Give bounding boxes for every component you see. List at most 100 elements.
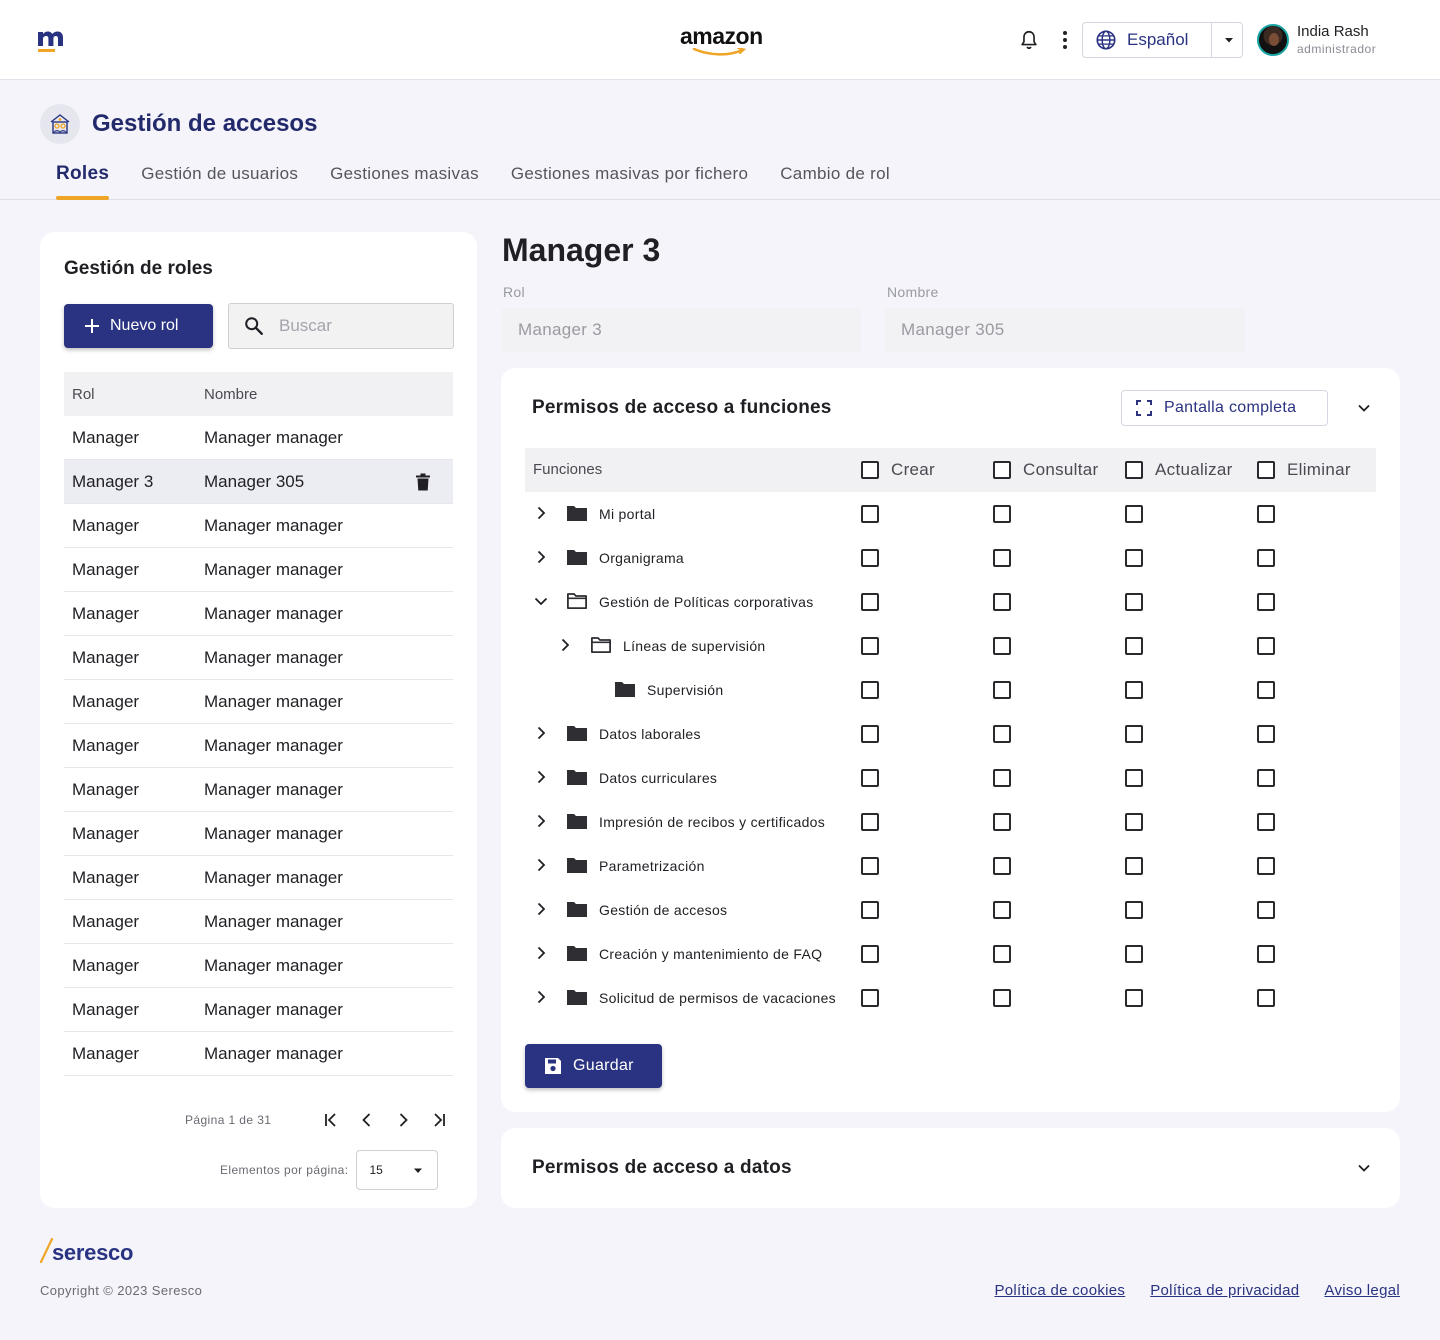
actualizar-checkbox[interactable] [1125,681,1143,699]
eliminar-checkbox[interactable] [1257,945,1275,963]
actualizar-checkbox[interactable] [1125,593,1143,611]
tab-roles[interactable]: Roles [40,160,125,200]
privacy-policy-link[interactable]: Política de privacidad [1150,1282,1299,1299]
tab-gestion-usuarios[interactable]: Gestión de usuarios [125,160,314,200]
chevron-right-icon[interactable] [533,505,549,521]
column-header-nombre[interactable]: Nombre [204,386,257,403]
collapse-chevron-icon[interactable] [1356,400,1372,416]
consultar-checkbox[interactable] [993,813,1011,831]
consultar-checkbox[interactable] [993,681,1011,699]
chevron-down-icon[interactable] [533,593,549,609]
more-options-icon[interactable] [1056,30,1074,50]
select-all-consultar-checkbox[interactable] [993,461,1011,479]
table-row[interactable]: Manager 3 Manager 305 [64,460,453,504]
eliminar-checkbox[interactable] [1257,813,1275,831]
eliminar-checkbox[interactable] [1257,901,1275,919]
actualizar-checkbox[interactable] [1125,901,1143,919]
chevron-right-icon[interactable] [533,725,549,741]
legal-notice-link[interactable]: Aviso legal [1324,1282,1400,1299]
actualizar-checkbox[interactable] [1125,945,1143,963]
new-role-button[interactable]: Nuevo rol [64,304,213,348]
crear-checkbox[interactable] [861,769,879,787]
table-row[interactable]: Manager Manager manager [64,856,453,900]
consultar-checkbox[interactable] [993,901,1011,919]
eliminar-checkbox[interactable] [1257,549,1275,567]
eliminar-checkbox[interactable] [1257,725,1275,743]
meta4-logo-icon[interactable] [37,24,67,54]
nombre-field[interactable]: Manager 305 [885,308,1245,352]
table-row[interactable]: Manager Manager manager [64,504,453,548]
select-all-actualizar-checkbox[interactable] [1125,461,1143,479]
actualizar-checkbox[interactable] [1125,769,1143,787]
delete-icon[interactable] [415,473,431,491]
consultar-checkbox[interactable] [993,505,1011,523]
next-page-button[interactable] [385,1110,421,1130]
first-page-button[interactable] [313,1110,349,1130]
table-row[interactable]: Manager Manager manager [64,988,453,1032]
chevron-right-icon[interactable] [533,901,549,917]
search-input[interactable] [279,316,429,336]
eliminar-checkbox[interactable] [1257,505,1275,523]
rol-field[interactable]: Manager 3 [502,308,861,352]
table-row[interactable]: Manager Manager manager [64,900,453,944]
consultar-checkbox[interactable] [993,637,1011,655]
user-menu[interactable]: India Rash administrador [1257,23,1376,57]
previous-page-button[interactable] [349,1110,385,1130]
select-all-eliminar-checkbox[interactable] [1257,461,1275,479]
chevron-right-icon[interactable] [533,549,549,565]
chevron-right-icon[interactable] [533,945,549,961]
expand-chevron-icon[interactable] [1356,1160,1372,1176]
actualizar-checkbox[interactable] [1125,989,1143,1007]
eliminar-checkbox[interactable] [1257,857,1275,875]
consultar-checkbox[interactable] [993,593,1011,611]
crear-checkbox[interactable] [861,725,879,743]
crear-checkbox[interactable] [861,813,879,831]
crear-checkbox[interactable] [861,593,879,611]
role-search[interactable] [228,303,454,349]
tab-gestiones-masivas-fichero[interactable]: Gestiones masivas por fichero [495,160,764,200]
crear-checkbox[interactable] [861,681,879,699]
eliminar-checkbox[interactable] [1257,593,1275,611]
actualizar-checkbox[interactable] [1125,505,1143,523]
consultar-checkbox[interactable] [993,725,1011,743]
notifications-bell-icon[interactable] [1018,29,1040,51]
actualizar-checkbox[interactable] [1125,813,1143,831]
crear-checkbox[interactable] [861,505,879,523]
column-header-rol[interactable]: Rol [64,386,204,403]
tab-cambio-rol[interactable]: Cambio de rol [764,160,906,200]
fullscreen-button[interactable]: Pantalla completa [1121,390,1328,426]
eliminar-checkbox[interactable] [1257,681,1275,699]
consultar-checkbox[interactable] [993,989,1011,1007]
tab-gestiones-masivas[interactable]: Gestiones masivas [314,160,495,200]
table-row[interactable]: Manager Manager manager [64,812,453,856]
select-all-crear-checkbox[interactable] [861,461,879,479]
crear-checkbox[interactable] [861,637,879,655]
actualizar-checkbox[interactable] [1125,725,1143,743]
crear-checkbox[interactable] [861,857,879,875]
chevron-right-icon[interactable] [533,769,549,785]
table-row[interactable]: Manager Manager manager [64,724,453,768]
eliminar-checkbox[interactable] [1257,769,1275,787]
consultar-checkbox[interactable] [993,945,1011,963]
table-row[interactable]: Manager Manager manager [64,416,453,460]
language-selector[interactable]: Español [1082,22,1243,58]
table-row[interactable]: Manager Manager manager [64,1032,453,1076]
chevron-right-icon[interactable] [533,857,549,873]
crear-checkbox[interactable] [861,989,879,1007]
save-button[interactable]: Guardar [525,1044,662,1088]
consultar-checkbox[interactable] [993,549,1011,567]
actualizar-checkbox[interactable] [1125,857,1143,875]
table-row[interactable]: Manager Manager manager [64,768,453,812]
eliminar-checkbox[interactable] [1257,989,1275,1007]
crear-checkbox[interactable] [861,945,879,963]
chevron-right-icon[interactable] [533,989,549,1005]
eliminar-checkbox[interactable] [1257,637,1275,655]
consultar-checkbox[interactable] [993,857,1011,875]
consultar-checkbox[interactable] [993,769,1011,787]
table-row[interactable]: Manager Manager manager [64,944,453,988]
user-avatar[interactable] [1257,24,1289,56]
crear-checkbox[interactable] [861,549,879,567]
table-row[interactable]: Manager Manager manager [64,636,453,680]
chevron-right-icon[interactable] [533,813,549,829]
table-row[interactable]: Manager Manager manager [64,680,453,724]
